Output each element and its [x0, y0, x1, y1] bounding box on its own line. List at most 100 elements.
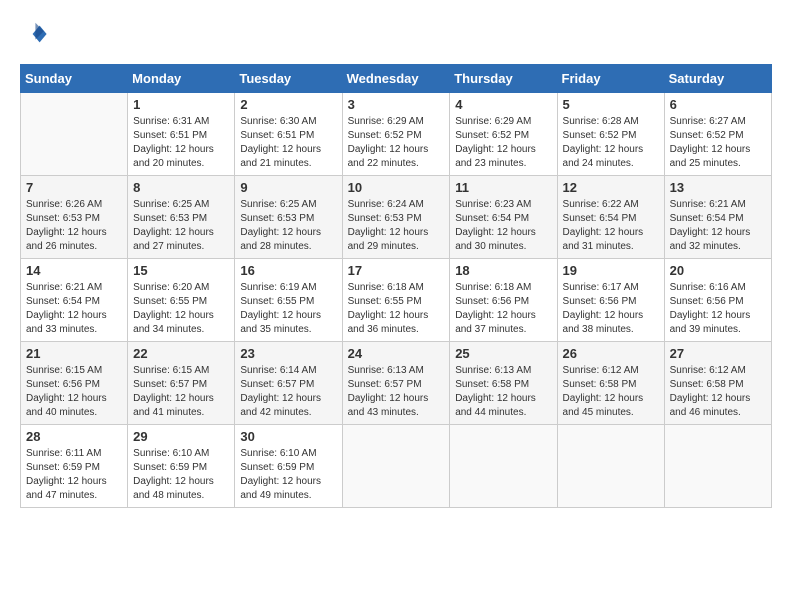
day-cell: 24 Sunrise: 6:13 AM Sunset: 6:57 PM Dayli… [342, 342, 450, 425]
day-info: Sunrise: 6:23 AM Sunset: 6:54 PM Dayligh… [455, 198, 551, 254]
day-number: 9 [240, 180, 336, 195]
day-info: Sunrise: 6:15 AM Sunset: 6:57 PM Dayligh… [133, 364, 229, 420]
week-row-5: 28 Sunrise: 6:11 AM Sunset: 6:59 PM Dayli… [21, 425, 772, 508]
day-number: 17 [348, 263, 445, 278]
day-number: 27 [670, 346, 766, 361]
day-info: Sunrise: 6:30 AM Sunset: 6:51 PM Dayligh… [240, 115, 336, 171]
day-cell: 19 Sunrise: 6:17 AM Sunset: 6:56 PM Dayli… [557, 259, 664, 342]
day-info: Sunrise: 6:18 AM Sunset: 6:56 PM Dayligh… [455, 281, 551, 337]
day-cell: 27 Sunrise: 6:12 AM Sunset: 6:58 PM Dayli… [664, 342, 771, 425]
day-cell: 9 Sunrise: 6:25 AM Sunset: 6:53 PM Daylig… [235, 176, 342, 259]
day-cell [557, 425, 664, 508]
column-header-monday: Monday [128, 65, 235, 93]
day-number: 26 [563, 346, 659, 361]
day-info: Sunrise: 6:13 AM Sunset: 6:57 PM Dayligh… [348, 364, 445, 420]
day-info: Sunrise: 6:28 AM Sunset: 6:52 PM Dayligh… [563, 115, 659, 171]
day-cell: 21Sunrise: 6:15 AM Sunset: 6:56 PM Dayli… [21, 342, 128, 425]
day-info: Sunrise: 6:12 AM Sunset: 6:58 PM Dayligh… [670, 364, 766, 420]
day-info: Sunrise: 6:16 AM Sunset: 6:56 PM Dayligh… [670, 281, 766, 337]
day-cell: 22 Sunrise: 6:15 AM Sunset: 6:57 PM Dayli… [128, 342, 235, 425]
day-cell: 17 Sunrise: 6:18 AM Sunset: 6:55 PM Dayli… [342, 259, 450, 342]
day-info: Sunrise: 6:17 AM Sunset: 6:56 PM Dayligh… [563, 281, 659, 337]
day-cell: 14 Sunrise: 6:21 AM Sunset: 6:54 PM Dayli… [21, 259, 128, 342]
day-cell: 28 Sunrise: 6:11 AM Sunset: 6:59 PM Dayli… [21, 425, 128, 508]
day-info: Sunrise: 6:14 AM Sunset: 6:57 PM Dayligh… [240, 364, 336, 420]
day-number: 20 [670, 263, 766, 278]
day-number: 29 [133, 429, 229, 444]
day-info: Sunrise: 6:25 AM Sunset: 6:53 PM Dayligh… [240, 198, 336, 254]
column-header-saturday: Saturday [664, 65, 771, 93]
day-cell: 16Sunrise: 6:19 AM Sunset: 6:55 PM Dayli… [235, 259, 342, 342]
day-cell: 29 Sunrise: 6:10 AM Sunset: 6:59 PM Dayli… [128, 425, 235, 508]
day-info: Sunrise: 6:15 AM Sunset: 6:56 PM Dayligh… [26, 364, 122, 420]
day-info: Sunrise: 6:29 AM Sunset: 6:52 PM Dayligh… [348, 115, 445, 171]
day-cell: 25 Sunrise: 6:13 AM Sunset: 6:58 PM Dayli… [450, 342, 557, 425]
column-header-sunday: Sunday [21, 65, 128, 93]
day-number: 8 [133, 180, 229, 195]
day-cell [664, 425, 771, 508]
day-info: Sunrise: 6:26 AM Sunset: 6:53 PM Dayligh… [26, 198, 122, 254]
day-info: Sunrise: 6:11 AM Sunset: 6:59 PM Dayligh… [26, 447, 122, 503]
column-header-thursday: Thursday [450, 65, 557, 93]
day-number: 13 [670, 180, 766, 195]
day-cell: 1 Sunrise: 6:31 AM Sunset: 6:51 PM Daylig… [128, 93, 235, 176]
day-cell: 2Sunrise: 6:30 AM Sunset: 6:51 PM Daylig… [235, 93, 342, 176]
day-info: Sunrise: 6:10 AM Sunset: 6:59 PM Dayligh… [240, 447, 336, 503]
day-number: 28 [26, 429, 122, 444]
day-cell: 4 Sunrise: 6:29 AM Sunset: 6:52 PM Daylig… [450, 93, 557, 176]
day-info: Sunrise: 6:27 AM Sunset: 6:52 PM Dayligh… [670, 115, 766, 171]
day-info: Sunrise: 6:21 AM Sunset: 6:54 PM Dayligh… [26, 281, 122, 337]
day-cell: 10 Sunrise: 6:24 AM Sunset: 6:53 PM Dayli… [342, 176, 450, 259]
day-info: Sunrise: 6:19 AM Sunset: 6:55 PM Dayligh… [240, 281, 336, 337]
calendar-header-row: SundayMondayTuesdayWednesdayThursdayFrid… [21, 65, 772, 93]
day-number: 5 [563, 97, 659, 112]
day-number: 6 [670, 97, 766, 112]
day-number: 19 [563, 263, 659, 278]
day-info: Sunrise: 6:18 AM Sunset: 6:55 PM Dayligh… [348, 281, 445, 337]
column-header-friday: Friday [557, 65, 664, 93]
day-number: 12 [563, 180, 659, 195]
day-info: Sunrise: 6:13 AM Sunset: 6:58 PM Dayligh… [455, 364, 551, 420]
day-cell: 8 Sunrise: 6:25 AM Sunset: 6:53 PM Daylig… [128, 176, 235, 259]
day-cell: 30 Sunrise: 6:10 AM Sunset: 6:59 PM Dayli… [235, 425, 342, 508]
column-header-wednesday: Wednesday [342, 65, 450, 93]
column-header-tuesday: Tuesday [235, 65, 342, 93]
day-cell: 15 Sunrise: 6:20 AM Sunset: 6:55 PM Dayli… [128, 259, 235, 342]
day-cell: 11 Sunrise: 6:23 AM Sunset: 6:54 PM Dayli… [450, 176, 557, 259]
day-cell [21, 93, 128, 176]
day-number: 24 [348, 346, 445, 361]
day-number: 22 [133, 346, 229, 361]
logo-icon [20, 20, 48, 48]
day-number: 1 [133, 97, 229, 112]
day-cell: 23 Sunrise: 6:14 AM Sunset: 6:57 PM Dayli… [235, 342, 342, 425]
day-number: 23 [240, 346, 336, 361]
day-cell: 6 Sunrise: 6:27 AM Sunset: 6:52 PM Daylig… [664, 93, 771, 176]
day-info: Sunrise: 6:25 AM Sunset: 6:53 PM Dayligh… [133, 198, 229, 254]
day-cell: 7 Sunrise: 6:26 AM Sunset: 6:53 PM Daylig… [21, 176, 128, 259]
logo [20, 20, 52, 48]
day-cell: 12Sunrise: 6:22 AM Sunset: 6:54 PM Dayli… [557, 176, 664, 259]
day-cell: 5 Sunrise: 6:28 AM Sunset: 6:52 PM Daylig… [557, 93, 664, 176]
day-info: Sunrise: 6:21 AM Sunset: 6:54 PM Dayligh… [670, 198, 766, 254]
calendar-table: SundayMondayTuesdayWednesdayThursdayFrid… [20, 64, 772, 508]
week-row-4: 21Sunrise: 6:15 AM Sunset: 6:56 PM Dayli… [21, 342, 772, 425]
day-number: 14 [26, 263, 122, 278]
day-number: 3 [348, 97, 445, 112]
day-info: Sunrise: 6:29 AM Sunset: 6:52 PM Dayligh… [455, 115, 551, 171]
page-header [20, 20, 772, 48]
day-info: Sunrise: 6:24 AM Sunset: 6:53 PM Dayligh… [348, 198, 445, 254]
day-cell: 13 Sunrise: 6:21 AM Sunset: 6:54 PM Dayli… [664, 176, 771, 259]
day-number: 15 [133, 263, 229, 278]
day-cell: 26Sunrise: 6:12 AM Sunset: 6:58 PM Dayli… [557, 342, 664, 425]
day-number: 30 [240, 429, 336, 444]
day-number: 10 [348, 180, 445, 195]
day-number: 7 [26, 180, 122, 195]
day-info: Sunrise: 6:20 AM Sunset: 6:55 PM Dayligh… [133, 281, 229, 337]
day-cell [342, 425, 450, 508]
day-number: 4 [455, 97, 551, 112]
day-number: 11 [455, 180, 551, 195]
day-info: Sunrise: 6:31 AM Sunset: 6:51 PM Dayligh… [133, 115, 229, 171]
day-info: Sunrise: 6:10 AM Sunset: 6:59 PM Dayligh… [133, 447, 229, 503]
day-cell: 20 Sunrise: 6:16 AM Sunset: 6:56 PM Dayli… [664, 259, 771, 342]
day-number: 25 [455, 346, 551, 361]
